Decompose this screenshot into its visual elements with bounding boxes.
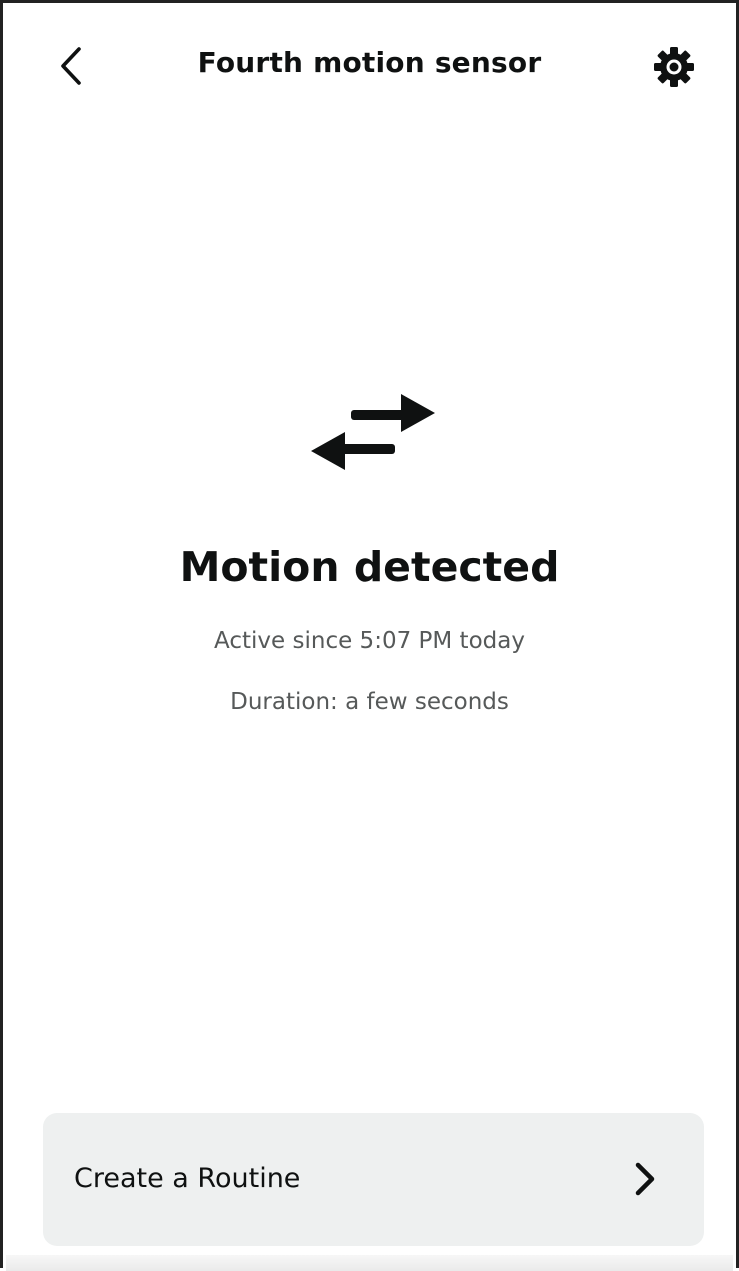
gear-icon [654,47,694,87]
chevron-right-icon [630,1157,660,1201]
app-screen: Fourth motion sensor Motion detected Act… [0,0,739,1271]
create-routine-label: Create a Routine [74,1163,301,1194]
active-since-text: Active since 5:07 PM today [214,628,525,654]
create-routine-button[interactable]: Create a Routine [43,1113,704,1246]
top-bar: Fourth motion sensor [3,3,736,129]
chevron-left-icon [61,47,81,85]
back-button[interactable] [47,37,97,95]
page-title: Fourth motion sensor [197,46,542,79]
bottom-divider [6,1255,733,1271]
settings-button[interactable] [648,41,700,93]
swap-arrows-icon [311,394,435,470]
status-title: Motion detected [179,543,560,591]
duration-text: Duration: a few seconds [230,689,509,715]
